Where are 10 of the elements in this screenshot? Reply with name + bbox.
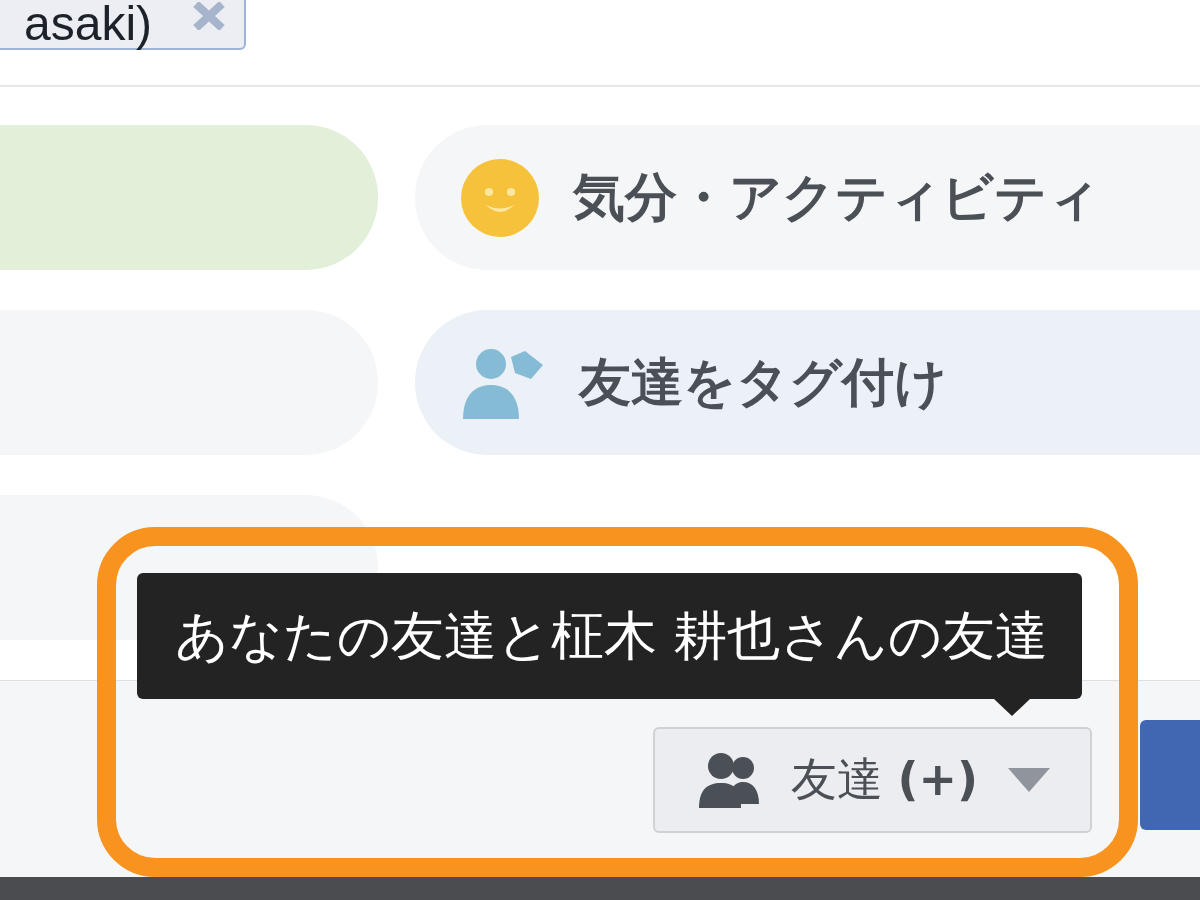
people-icon xyxy=(698,752,761,808)
tooltip-arrow-icon xyxy=(993,698,1030,716)
caret-icon xyxy=(1008,768,1050,792)
smiley-icon xyxy=(461,158,539,237)
close-icon[interactable] xyxy=(192,2,227,30)
option-button[interactable]: 気分・アクティビティ xyxy=(415,125,1200,270)
audience-button[interactable]: 友達 (+) xyxy=(652,727,1092,833)
tooltip: あなたの友達と柾木 耕也さんの友達 xyxy=(137,573,1082,699)
person-tag-icon xyxy=(461,346,545,419)
option-button[interactable]: 友達をタグ付け xyxy=(415,310,1200,455)
